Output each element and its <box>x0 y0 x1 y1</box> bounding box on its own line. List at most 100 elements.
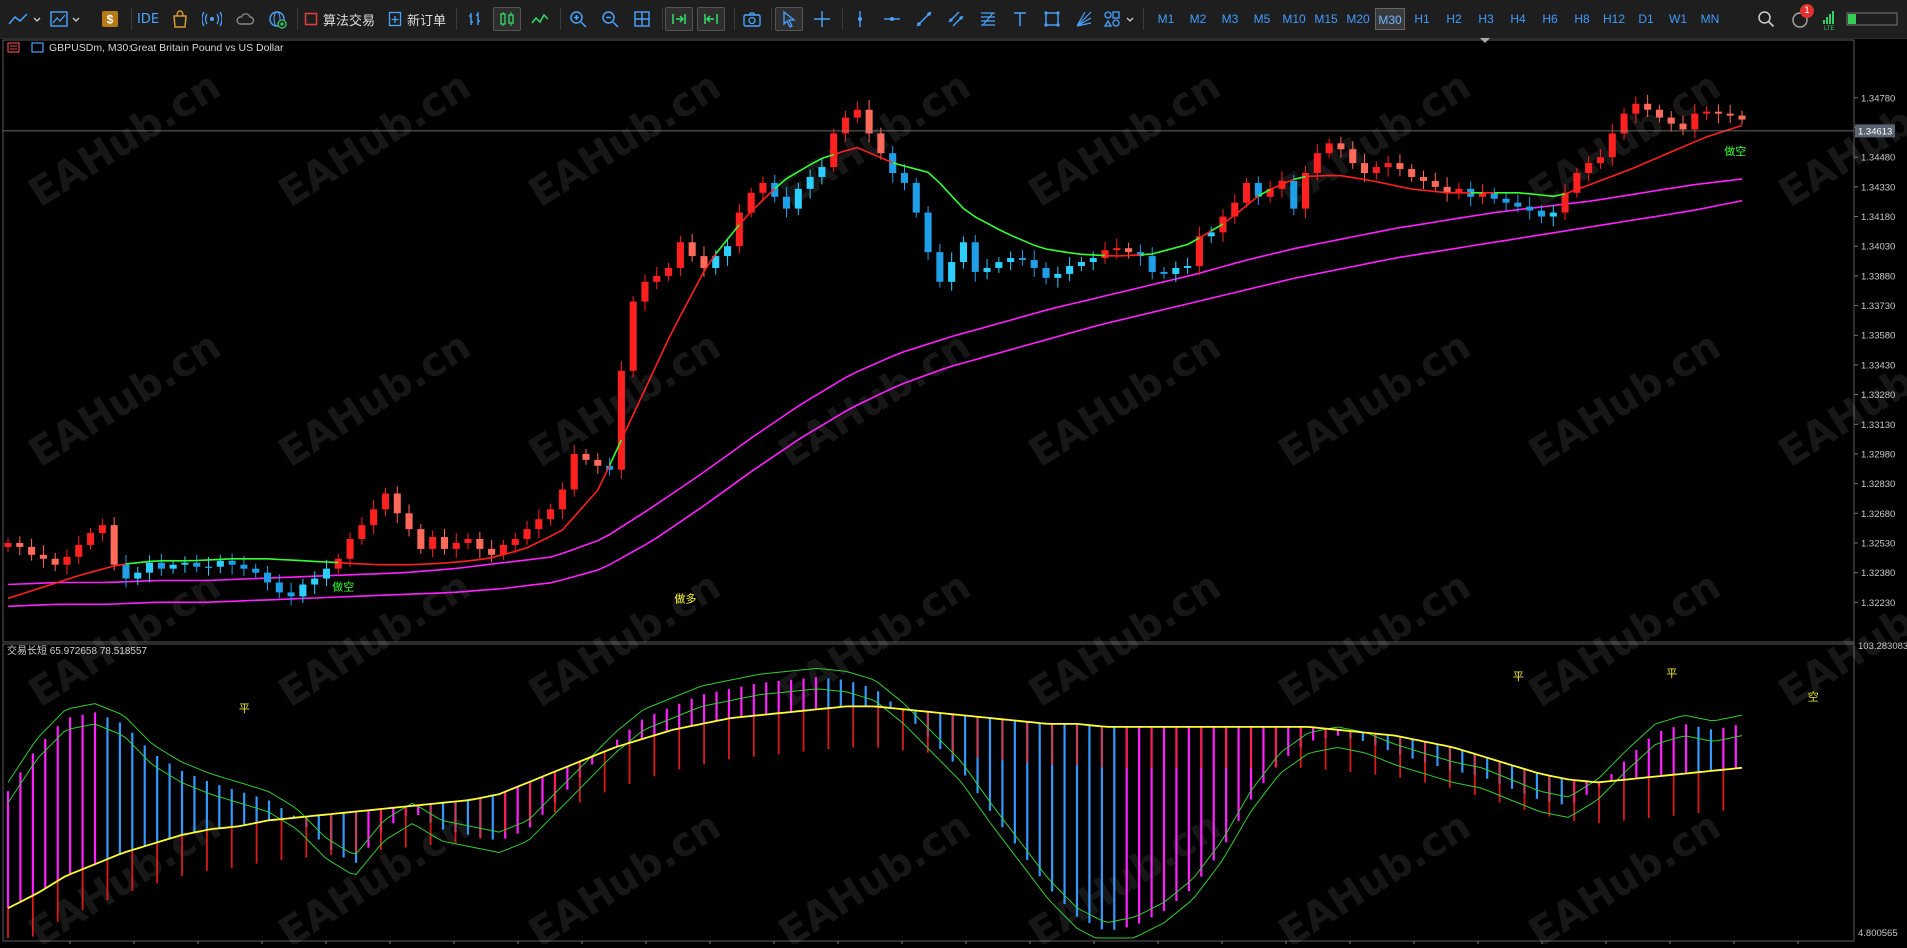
candle-body <box>275 582 283 593</box>
candle-body <box>806 176 814 189</box>
price-tick-label: 1.34030 <box>1861 242 1895 253</box>
timeframe-mn[interactable]: MN <box>1695 8 1725 30</box>
timeframe-m5[interactable]: M5 <box>1247 8 1277 30</box>
ide-button[interactable]: IDE <box>137 7 159 31</box>
objects-dropdown[interactable] <box>1102 7 1138 31</box>
notifications-button[interactable]: 1 <box>1786 4 1816 31</box>
candle-body <box>1030 260 1038 268</box>
trendline-icon[interactable] <box>912 7 936 31</box>
cursor-arrow-icon[interactable] <box>775 7 803 31</box>
timeframe-m10[interactable]: M10 <box>1279 8 1309 30</box>
candle-body <box>771 182 779 197</box>
candle-body <box>629 301 637 371</box>
timeframe-w1[interactable]: W1 <box>1663 8 1693 30</box>
channel-icon[interactable] <box>944 7 968 31</box>
candle-body <box>782 196 791 209</box>
text-tool-icon[interactable] <box>1008 7 1032 31</box>
candle-body <box>853 109 861 118</box>
line-chart-type-icon[interactable] <box>528 7 552 31</box>
candle-body <box>1349 149 1357 164</box>
price-tick-label: 1.33430 <box>1861 360 1895 371</box>
price-tick-label: 1.32380 <box>1861 568 1895 579</box>
candle-body <box>617 370 625 470</box>
candle-body <box>794 188 802 209</box>
cloud-icon[interactable] <box>233 7 257 31</box>
timeframe-m1[interactable]: M1 <box>1151 8 1181 30</box>
timeframe-h2[interactable]: H2 <box>1439 8 1469 30</box>
timeframe-h1[interactable]: H1 <box>1407 8 1437 30</box>
candle-body <box>653 275 661 282</box>
dollar-icon[interactable]: $ <box>98 7 122 31</box>
chart-shift-icon[interactable] <box>697 7 725 31</box>
price-tick-label: 1.32830 <box>1861 479 1895 490</box>
zoom-in-icon[interactable] <box>566 7 590 31</box>
chart-window[interactable]: EAHub.cn EAHub.cn EAHub.cn EAHub.cn EAHub.cn… <box>0 38 1907 948</box>
zoom-out-icon[interactable] <box>598 7 622 31</box>
timeframe-m15[interactable]: M15 <box>1311 8 1341 30</box>
candle-body <box>476 538 484 549</box>
candle-body <box>334 558 342 569</box>
bar-chart-icon[interactable] <box>463 7 487 31</box>
vps-globe-icon[interactable] <box>265 7 289 31</box>
timeframe-m20[interactable]: M20 <box>1343 8 1373 30</box>
timeframe-m3[interactable]: M3 <box>1215 8 1245 30</box>
candle-body <box>393 493 401 514</box>
candle-body <box>570 453 578 490</box>
candle-body <box>959 242 968 263</box>
signals-icon[interactable] <box>200 7 224 31</box>
timeframe-d1[interactable]: D1 <box>1631 8 1661 30</box>
search-icon[interactable] <box>1754 7 1778 31</box>
oscillator-signal-label: 平 <box>1666 668 1677 680</box>
candle-body <box>157 562 165 569</box>
candle-body <box>759 182 767 193</box>
shape-rectangle-icon[interactable] <box>1040 7 1064 31</box>
candle-body <box>641 281 649 302</box>
new-order-button[interactable]: 新订单 <box>388 7 448 31</box>
timeframe-m30[interactable]: M30 <box>1375 8 1405 30</box>
candle-body <box>240 564 248 569</box>
candle-body <box>1007 258 1015 263</box>
candle-body <box>311 578 319 585</box>
candle-body <box>204 566 213 568</box>
current-price-label: 1.34613 <box>1858 126 1892 137</box>
timeframe-h3[interactable]: H3 <box>1471 8 1501 30</box>
svg-text:LTE: LTE <box>1824 26 1835 30</box>
price-tick-label: 1.33280 <box>1861 390 1895 401</box>
candle-body <box>1490 192 1498 199</box>
chart-type-dropdown[interactable] <box>6 7 42 31</box>
chart-symbol-tf: GBPUSDm, M30: <box>49 42 131 54</box>
tile-windows-icon[interactable] <box>630 7 654 31</box>
notification-badge: 1 <box>1800 4 1814 18</box>
candle-body <box>1549 212 1557 217</box>
candle-body <box>1738 115 1746 120</box>
market-bag-icon[interactable] <box>168 7 192 31</box>
candle-body <box>263 572 272 583</box>
chart-canvas[interactable]: EAHub.cn EAHub.cn EAHub.cn EAHub.cn EAHub.cn… <box>0 38 1907 948</box>
timeframe-h4[interactable]: H4 <box>1503 8 1533 30</box>
new-chart-dropdown[interactable] <box>48 7 84 31</box>
timeframe-m2[interactable]: M2 <box>1183 8 1213 30</box>
screenshot-icon[interactable] <box>740 7 764 31</box>
candle-body <box>594 459 602 466</box>
crosshair-icon[interactable] <box>810 7 834 31</box>
fibonacci-icon[interactable] <box>976 7 1000 31</box>
vertical-line-icon[interactable] <box>848 7 872 31</box>
timeframe-h8[interactable]: H8 <box>1567 8 1597 30</box>
timeframe-h6[interactable]: H6 <box>1535 8 1565 30</box>
candle-body <box>936 252 944 282</box>
candle-body <box>676 242 684 268</box>
algo-trading-button[interactable]: 算法交易 <box>304 7 376 31</box>
gann-fan-icon[interactable] <box>1072 7 1096 31</box>
candle-body <box>1419 176 1428 181</box>
candle-body <box>877 133 885 154</box>
candle-body <box>1101 250 1109 259</box>
candle-body <box>87 533 95 545</box>
candle-body <box>1596 157 1604 164</box>
auto-scroll-icon[interactable] <box>665 7 693 31</box>
candle-body <box>28 546 36 555</box>
candle-body <box>1313 153 1321 174</box>
candlestick-chart-icon[interactable] <box>493 7 521 31</box>
timeframe-h12[interactable]: H12 <box>1599 8 1629 30</box>
horizontal-line-icon[interactable] <box>880 7 904 31</box>
candle-body <box>1691 113 1699 130</box>
